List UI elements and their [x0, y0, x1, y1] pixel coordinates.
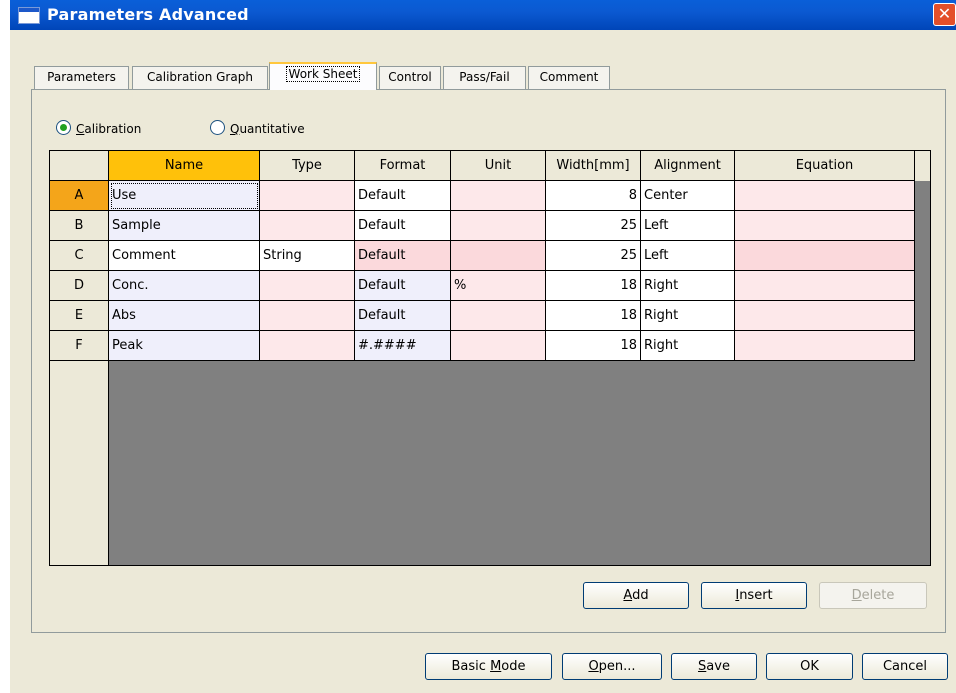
cell-alignment[interactable]: Right: [641, 271, 735, 301]
cell-alignment[interactable]: Center: [641, 181, 735, 211]
row-header[interactable]: F: [50, 331, 109, 361]
column-header-name[interactable]: Name: [109, 151, 260, 181]
cell-equation[interactable]: [735, 301, 915, 331]
cell-format[interactable]: Default: [355, 271, 451, 301]
cell-type[interactable]: [260, 181, 355, 211]
column-header-alignment[interactable]: Alignment: [641, 151, 735, 181]
cell-equation[interactable]: [735, 331, 915, 361]
cancel-button[interactable]: Cancel: [862, 653, 948, 680]
row-header[interactable]: B: [50, 211, 109, 241]
cell-name[interactable]: Conc.: [109, 271, 260, 301]
cell-unit[interactable]: [451, 181, 546, 211]
cell-width[interactable]: 18: [546, 301, 641, 331]
basic-mode-button[interactable]: Basic Mode: [425, 653, 552, 680]
close-button[interactable]: ✕: [933, 3, 956, 26]
cell-equation[interactable]: [735, 181, 915, 211]
tab-parameters[interactable]: Parameters: [34, 66, 129, 89]
tab-comment[interactable]: Comment: [528, 66, 610, 89]
column-header-unit[interactable]: Unit: [451, 151, 546, 181]
cell-name[interactable]: Comment: [109, 241, 260, 271]
window-icon: [18, 7, 40, 24]
tab-control[interactable]: Control: [379, 66, 441, 89]
add-button[interactable]: Add: [583, 582, 689, 609]
cell-alignment[interactable]: Right: [641, 301, 735, 331]
cell-equation[interactable]: [735, 211, 915, 241]
cell-equation[interactable]: [735, 271, 915, 301]
tab-calibration-graph[interactable]: Calibration Graph: [132, 66, 268, 89]
column-header-type[interactable]: Type: [260, 151, 355, 181]
cell-unit[interactable]: [451, 241, 546, 271]
tab-pass-fail[interactable]: Pass/Fail: [443, 66, 526, 89]
cell-format[interactable]: Default: [355, 301, 451, 331]
tab-work-sheet[interactable]: Work Sheet: [269, 62, 377, 90]
radio-calibration[interactable]: Calibration: [56, 120, 141, 136]
cell-width[interactable]: 8: [546, 181, 641, 211]
cell-name[interactable]: Abs: [109, 301, 260, 331]
cell-width[interactable]: 18: [546, 271, 641, 301]
cell-width[interactable]: 25: [546, 241, 641, 271]
cell-unit[interactable]: [451, 331, 546, 361]
cell-alignment[interactable]: Right: [641, 331, 735, 361]
row-header[interactable]: A: [50, 181, 109, 211]
title-bar[interactable]: Parameters Advanced ✕: [10, 0, 956, 30]
cell-equation[interactable]: [735, 241, 915, 271]
grid-corner: [50, 151, 109, 181]
close-icon: ✕: [937, 4, 952, 23]
column-header-format[interactable]: Format: [355, 151, 451, 181]
background-strip: [0, 0, 10, 693]
row-header[interactable]: D: [50, 271, 109, 301]
radio-quantitative[interactable]: Quantitative: [210, 120, 305, 136]
cell-alignment[interactable]: Left: [641, 241, 735, 271]
insert-button[interactable]: Insert: [701, 582, 807, 609]
column-header-equation[interactable]: Equation: [735, 151, 915, 181]
cell-unit[interactable]: %: [451, 271, 546, 301]
cell-unit[interactable]: [451, 211, 546, 241]
cell-type[interactable]: String: [260, 241, 355, 271]
cell-unit[interactable]: [451, 301, 546, 331]
row-header[interactable]: C: [50, 241, 109, 271]
cell-type[interactable]: [260, 331, 355, 361]
worksheet-grid[interactable]: Name Type Format Unit Width[mm] Alignmen…: [49, 150, 931, 566]
open-button[interactable]: Open...: [562, 653, 662, 680]
dialog-window: Parameters Advanced ✕ Parameters Calibra…: [10, 0, 956, 693]
cell-width[interactable]: 25: [546, 211, 641, 241]
cell-format[interactable]: Default: [355, 181, 451, 211]
delete-button[interactable]: Delete: [819, 582, 927, 609]
cell-name[interactable]: Peak: [109, 331, 260, 361]
cell-type[interactable]: [260, 271, 355, 301]
vertical-scrollbar[interactable]: [914, 151, 930, 181]
cell-name[interactable]: Use: [109, 181, 260, 211]
cell-format[interactable]: Default: [355, 211, 451, 241]
cell-type[interactable]: [260, 301, 355, 331]
cell-width[interactable]: 18: [546, 331, 641, 361]
window-title: Parameters Advanced: [47, 5, 249, 24]
cell-format[interactable]: Default: [355, 241, 451, 271]
cell-type[interactable]: [260, 211, 355, 241]
radio-icon: [56, 120, 71, 135]
cell-name[interactable]: Sample: [109, 211, 260, 241]
column-header-width[interactable]: Width[mm]: [546, 151, 641, 181]
cell-alignment[interactable]: Left: [641, 211, 735, 241]
ok-button[interactable]: OK: [766, 653, 853, 680]
row-header[interactable]: E: [50, 301, 109, 331]
radio-icon: [210, 120, 225, 135]
cell-format[interactable]: #.####: [355, 331, 451, 361]
save-button[interactable]: Save: [671, 653, 757, 680]
